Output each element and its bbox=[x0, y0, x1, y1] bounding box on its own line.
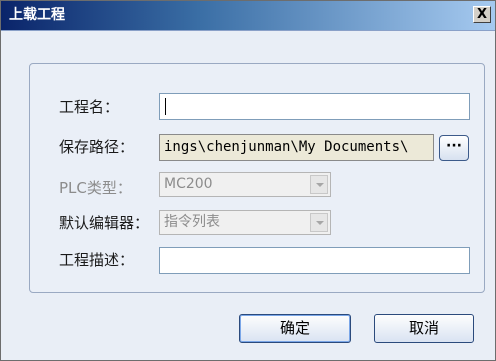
description-input[interactable] bbox=[159, 247, 470, 274]
default-editor-label: 默认编辑器： bbox=[59, 214, 150, 232]
chevron-down-icon bbox=[310, 175, 328, 194]
ok-button[interactable]: 确定 bbox=[239, 314, 351, 343]
dialog-title: 上载工程 bbox=[9, 7, 65, 23]
chevron-down-icon bbox=[310, 213, 328, 232]
default-editor-select[interactable]: 指令列表 bbox=[159, 210, 331, 235]
default-editor-value: 指令列表 bbox=[164, 214, 220, 230]
close-button[interactable]: X bbox=[473, 6, 491, 23]
title-bar: 上载工程 X bbox=[1, 1, 495, 31]
upload-project-dialog: 上载工程 X 工程名： 保存路径： ings\chenjunman\My Doc… bbox=[0, 0, 496, 361]
cancel-button[interactable]: 取消 bbox=[374, 314, 474, 343]
plc-type-label: PLC类型： bbox=[59, 179, 132, 197]
description-label: 工程描述： bbox=[59, 251, 135, 269]
project-name-input[interactable] bbox=[159, 93, 470, 120]
save-path-label: 保存路径： bbox=[59, 138, 135, 156]
browse-button[interactable]: ··· bbox=[439, 135, 469, 161]
project-name-label: 工程名： bbox=[59, 98, 120, 116]
ellipsis-icon: ··· bbox=[446, 138, 462, 154]
close-icon: X bbox=[476, 7, 488, 22]
plc-type-select[interactable]: MC200 bbox=[159, 172, 331, 197]
text-caret bbox=[165, 98, 166, 115]
save-path-input[interactable]: ings\chenjunman\My Documents\ bbox=[159, 134, 434, 161]
plc-type-value: MC200 bbox=[164, 176, 213, 192]
